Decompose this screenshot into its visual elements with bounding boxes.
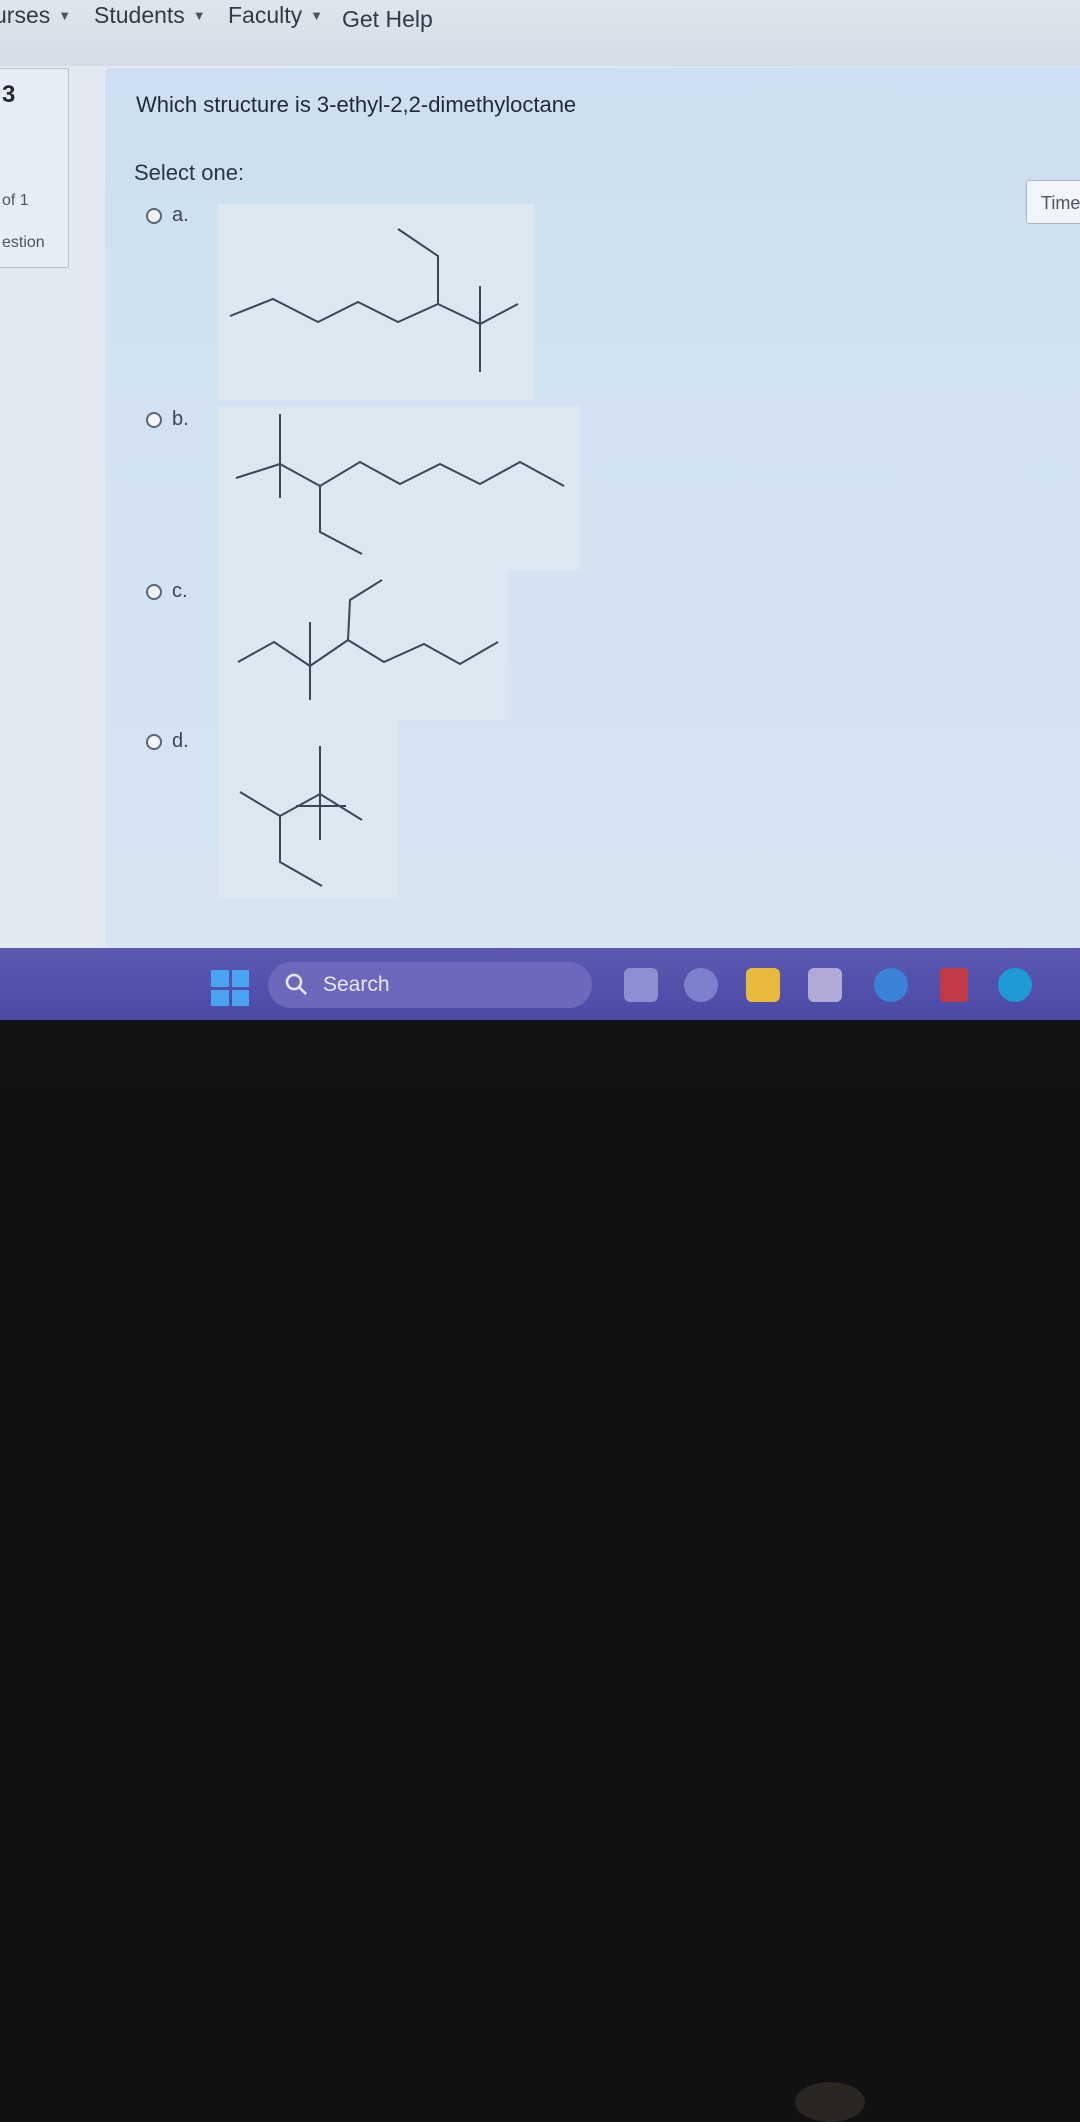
option-b-label: b. [172,408,189,430]
option-a[interactable]: a. [146,204,189,227]
timer-label: Time [1041,193,1080,213]
select-one-prompt: Select one: [134,160,245,185]
search-label: Search [323,973,390,996]
edge-icon[interactable] [998,968,1032,1002]
help-icon[interactable] [874,968,908,1002]
nav-students[interactable]: Students ▼ [94,2,206,29]
file-explorer-icon[interactable] [746,968,780,1002]
mcafee-icon[interactable] [940,968,968,1002]
question-of-text: of 1 [2,192,29,209]
chevron-down-icon: ▼ [192,8,206,23]
question-label: estion [2,234,45,251]
app-icon[interactable] [808,968,842,1002]
nav-courses-label: urses [0,2,51,28]
chevron-down-icon: ▼ [58,8,72,23]
monitor-bezel [0,1020,1080,2122]
search-icon [285,973,307,995]
taskbar-search[interactable]: Search [268,962,592,1008]
question-info-box: 3 of 1 estion [0,68,69,268]
windows-start-icon[interactable] [211,970,249,1006]
taskbar: Search [0,948,1080,1020]
option-d-label: d. [172,730,189,752]
top-navigation: urses ▼ Students ▼ Faculty ▼ Get Help [0,0,1080,66]
chevron-down-icon: ▼ [310,8,324,23]
skeletal-structure-a-icon [218,204,534,400]
timer-box: Time [1026,180,1080,224]
browser-screen: urses ▼ Students ▼ Faculty ▼ Get Help 3 … [0,0,1080,1020]
skeletal-structure-b-icon [218,406,580,570]
monitor-logo-icon [795,2082,865,2122]
radio-c[interactable] [146,583,162,600]
nav-get-help[interactable]: Get Help [342,6,433,33]
question-number: 3 [2,81,16,108]
nav-get-help-label: Get Help [342,6,433,32]
skeletal-structure-d-icon [218,720,398,898]
option-b[interactable]: b. [146,408,189,431]
file-manager-icon[interactable] [624,968,658,1002]
radio-a[interactable] [146,207,162,224]
question-text: Which structure is 3-ethyl-2,2-dimethylo… [136,92,577,117]
nav-courses[interactable]: urses ▼ [0,2,71,29]
option-c[interactable]: c. [146,580,188,603]
nav-students-label: Students [94,2,185,28]
nav-faculty[interactable]: Faculty ▼ [228,2,323,29]
nav-faculty-label: Faculty [228,2,303,28]
radio-d[interactable] [146,733,162,750]
option-d[interactable]: d. [146,730,189,753]
option-a-label: a. [172,204,189,226]
option-c-label: c. [172,580,188,602]
skeletal-structure-c-icon [218,570,508,720]
camera-icon[interactable] [684,968,718,1002]
radio-b[interactable] [146,411,162,428]
